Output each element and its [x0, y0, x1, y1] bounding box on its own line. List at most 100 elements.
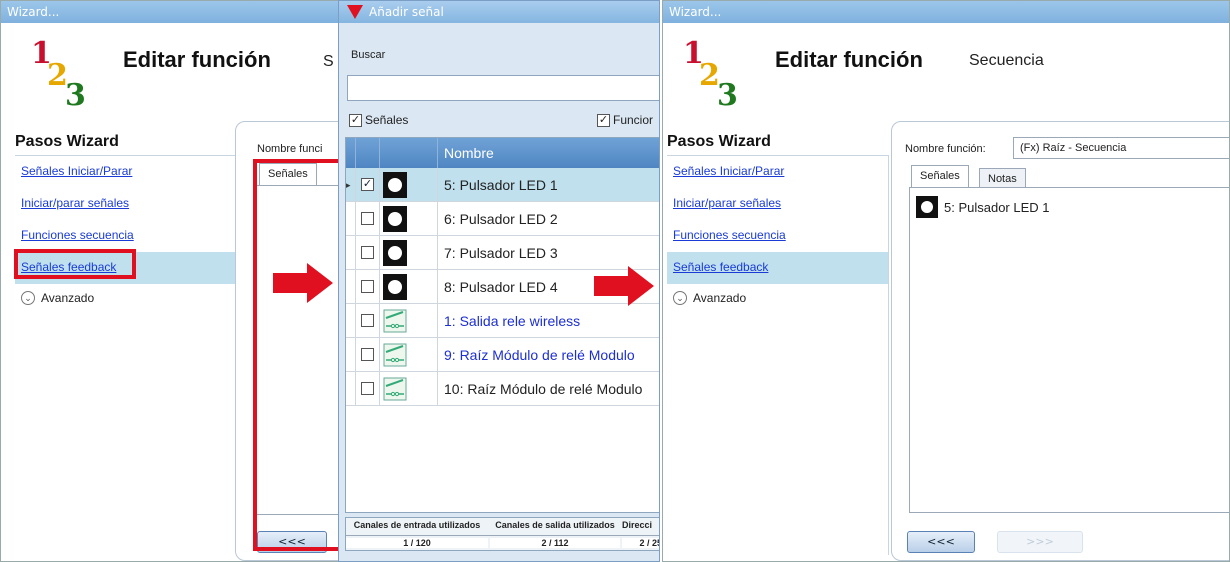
row-icon-cell	[380, 168, 438, 202]
row-name: 5: Pulsador LED 1	[444, 177, 558, 193]
table-row[interactable]: 6: Pulsador LED 2	[346, 202, 659, 236]
right-arrow-icon	[273, 263, 333, 303]
highlight-box-tab	[253, 159, 339, 551]
row-checkbox-cell	[356, 338, 380, 372]
row-name: 10: Raíz Módulo de relé Modulo	[444, 381, 643, 397]
led-button-icon	[916, 196, 938, 218]
next-button: >>>	[997, 531, 1083, 553]
checkbox[interactable]	[361, 280, 374, 293]
row-checkbox-cell	[356, 270, 380, 304]
row-name: 7: Pulsador LED 3	[444, 245, 558, 261]
row-name: 8: Pulsador LED 4	[444, 279, 558, 295]
step-link[interactable]: Funciones secuencia	[15, 220, 236, 252]
dialog-footer: Canales de entrada utilizados Canales de…	[345, 517, 659, 551]
steps-logo-icon: 123	[683, 36, 738, 113]
search-label: Buscar	[351, 49, 386, 61]
step-link[interactable]: Señales Iniciar/Parar	[15, 156, 236, 188]
advanced-label: Avanzado	[41, 291, 95, 305]
function-name-label: Nombre funci	[257, 143, 323, 155]
footer-header-input: Canales de entrada utilizados	[353, 520, 481, 530]
left-title-bar: Wizard...	[1, 1, 339, 23]
footer-header-output: Canales de salida utilizados	[495, 520, 615, 530]
step-link[interactable]: Señales Iniciar/Parar	[667, 156, 888, 188]
chevron-down-icon: ⌄	[21, 291, 35, 305]
led-button-icon	[383, 206, 407, 232]
row-icon-cell	[380, 202, 438, 236]
step-link[interactable]: Funciones secuencia	[667, 220, 888, 252]
tab-notes[interactable]: Notas	[979, 168, 1026, 187]
steps-logo-icon: 123	[31, 36, 86, 113]
footer-value-input: 1 / 120	[346, 538, 488, 548]
row-name: 6: Pulsador LED 2	[444, 211, 558, 227]
row-indicator	[346, 270, 356, 304]
back-button[interactable]: <<<	[907, 531, 975, 553]
function-name-input[interactable]: (Fx) Raíz - Secuencia	[1013, 137, 1229, 159]
led-button-icon	[383, 240, 407, 266]
signals-grid: Nombre ▸ ✓ 5: Pulsador LED 1 6: Pulsador LE…	[345, 137, 659, 513]
page-subtitle: S	[323, 53, 334, 70]
filter-signals-checkbox[interactable]: ✓ Señales	[349, 113, 408, 127]
function-name-label: Nombre función:	[905, 143, 986, 155]
signals-tab-body: 5: Pulsador LED 1	[909, 187, 1229, 513]
checkbox[interactable]	[361, 314, 374, 327]
table-row[interactable]: 1: Salida rele wireless	[346, 304, 659, 338]
checkbox[interactable]	[361, 246, 374, 259]
row-indicator: ▸	[346, 168, 356, 202]
checkbox[interactable]	[361, 212, 374, 225]
row-indicator	[346, 202, 356, 236]
row-icon-cell	[380, 270, 438, 304]
led-button-icon	[383, 172, 407, 198]
filter-signals-label: Señales	[365, 113, 409, 127]
table-row[interactable]: 7: Pulsador LED 3	[346, 236, 659, 270]
row-icon-cell	[380, 236, 438, 270]
row-name: 9: Raíz Módulo de relé Modulo	[444, 347, 635, 363]
list-item[interactable]: 5: Pulsador LED 1	[916, 196, 1050, 218]
chevron-down-icon: ⌄	[673, 291, 687, 305]
row-indicator	[346, 372, 356, 406]
step-link[interactable]: Iniciar/parar señales	[667, 188, 888, 220]
step-link-selected[interactable]: Señales feedback	[667, 252, 888, 284]
filter-functions-label: Funcior	[613, 113, 654, 127]
row-checkbox-cell	[356, 202, 380, 236]
row-icon-cell	[380, 304, 438, 338]
steps-title: Pasos Wizard	[15, 133, 119, 150]
checkbox-checked-icon: ✓	[349, 113, 362, 127]
dialog-title-bar: Añadir señal	[339, 1, 659, 23]
steps-title: Pasos Wizard	[667, 133, 771, 150]
relay-module-icon	[383, 309, 407, 333]
page-subtitle: Secuencia	[969, 52, 1044, 69]
left-wizard-window: Wizard... 123 Editar función S Pasos Wiz…	[0, 0, 340, 562]
steps-list: Señales Iniciar/Parar Iniciar/parar seña…	[667, 155, 889, 555]
page-title: Editar función	[775, 47, 923, 72]
checkbox-checked[interactable]: ✓	[361, 178, 374, 191]
advanced-toggle[interactable]: ⌄ Avanzado	[15, 284, 236, 312]
grid-header: Nombre	[346, 138, 659, 168]
app-logo-icon	[347, 5, 363, 19]
tab-signals[interactable]: Señales	[911, 165, 969, 187]
row-icon-cell	[380, 338, 438, 372]
checkbox[interactable]	[361, 382, 374, 395]
footer-value-address: 2 / 25	[622, 538, 659, 548]
step-link[interactable]: Iniciar/parar señales	[15, 188, 236, 220]
list-item-label: 5: Pulsador LED 1	[944, 199, 1050, 215]
row-name: 1: Salida rele wireless	[444, 313, 581, 329]
row-checkbox-cell	[356, 304, 380, 338]
checkbox-checked-icon: ✓	[597, 113, 610, 127]
table-row[interactable]: ▸ ✓ 5: Pulsador LED 1	[346, 168, 659, 202]
right-title-bar: Wizard...	[663, 1, 1229, 23]
row-indicator	[346, 304, 356, 338]
steps-list: Señales Iniciar/Parar Iniciar/parar seña…	[15, 155, 237, 555]
page-title: Editar función	[123, 47, 271, 72]
highlight-box-step	[14, 249, 136, 279]
column-header-name[interactable]: Nombre	[444, 138, 494, 168]
advanced-label: Avanzado	[693, 291, 747, 305]
table-row[interactable]: 9: Raíz Módulo de relé Modulo	[346, 338, 659, 372]
checkbox[interactable]	[361, 348, 374, 361]
filter-functions-checkbox[interactable]: ✓ Funcior	[597, 113, 653, 127]
row-icon-cell	[380, 372, 438, 406]
advanced-toggle[interactable]: ⌄ Avanzado	[667, 284, 888, 312]
relay-module-icon	[383, 377, 407, 401]
table-row[interactable]: 10: Raíz Módulo de relé Modulo	[346, 372, 659, 406]
right-arrow-icon	[594, 266, 654, 306]
search-input[interactable]	[347, 75, 659, 101]
